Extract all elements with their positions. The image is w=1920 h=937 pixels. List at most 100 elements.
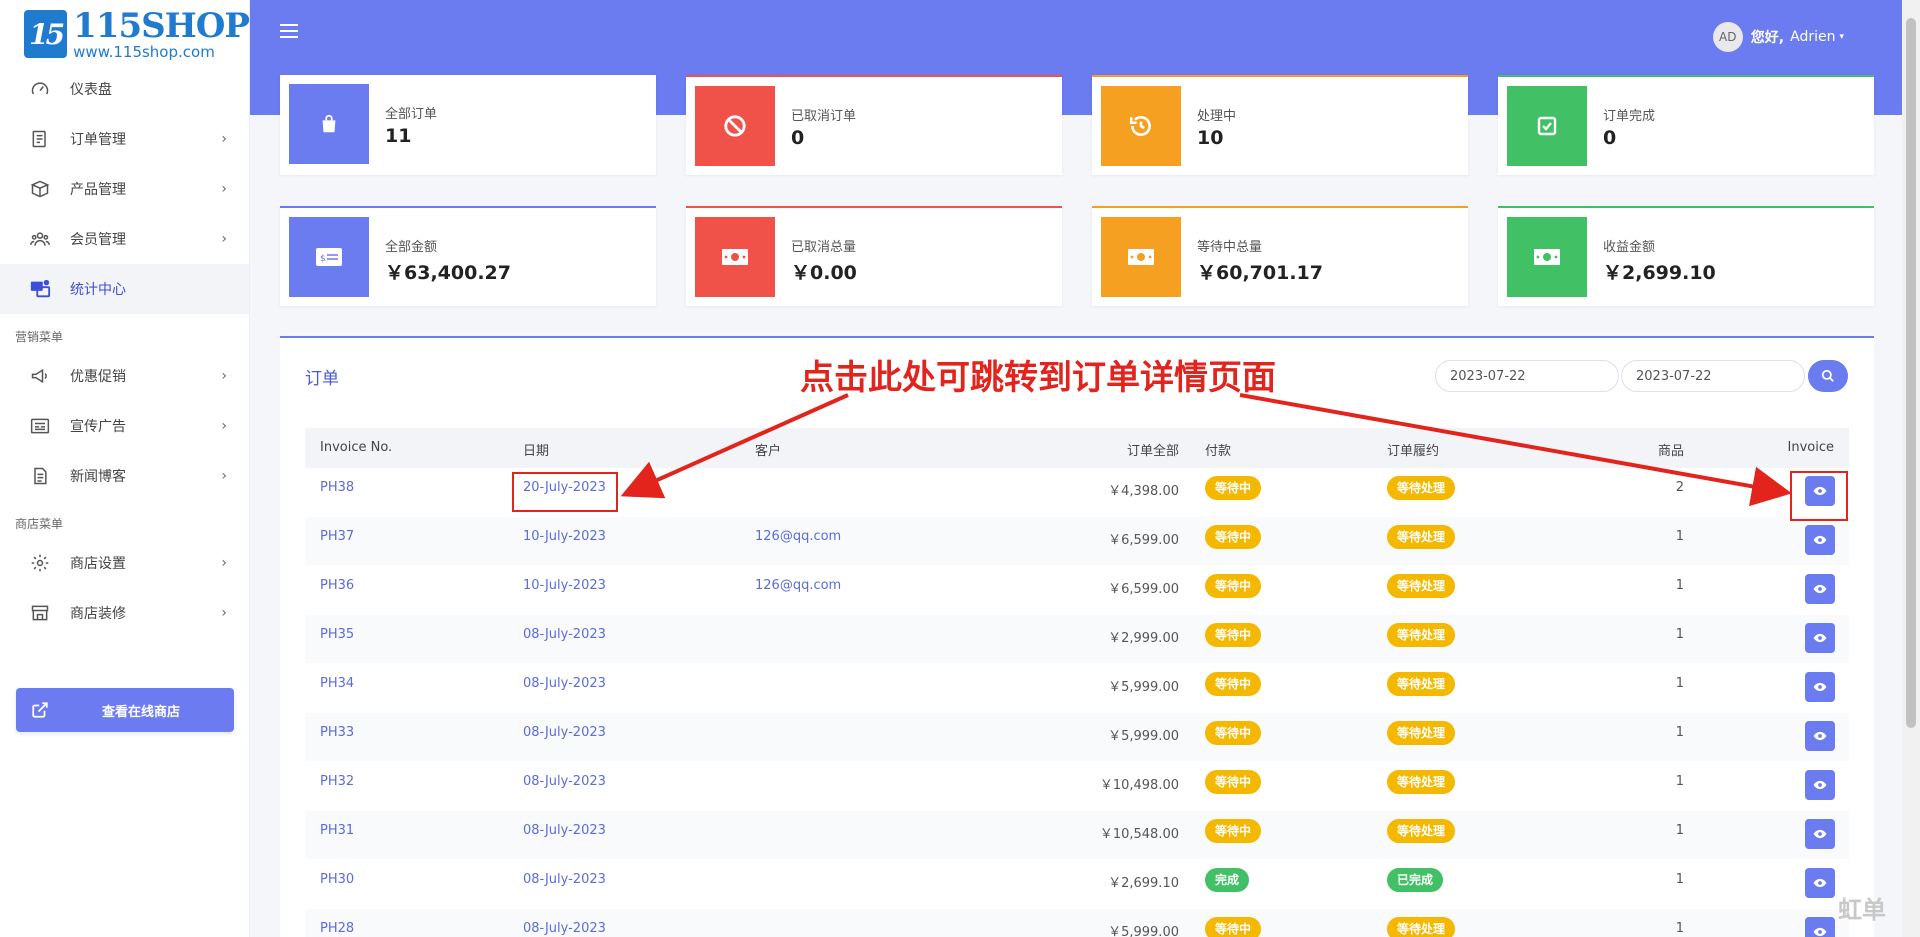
search-button[interactable] — [1808, 360, 1848, 392]
sidebar-item-megaphone[interactable]: 优惠促销 › — [0, 351, 249, 401]
username: Adrien — [1790, 29, 1836, 45]
scrollbar-thumb[interactable] — [1906, 18, 1916, 728]
sidebar-item-users[interactable]: 会员管理 › — [0, 214, 249, 264]
invoice-link[interactable]: PH34 — [320, 676, 354, 691]
order-date-link[interactable]: 08-July-2023 — [523, 725, 606, 740]
date-from-input[interactable]: 2023-07-22 — [1435, 360, 1619, 392]
sidebar-item-label: 统计中心 — [70, 282, 126, 298]
payment-cell: 等待中 — [1205, 476, 1262, 500]
store-nav: 商店设置 › 商店装修 › — [0, 538, 249, 638]
view-invoice-button[interactable] — [1805, 770, 1835, 800]
stat-value: ￥63,400.27 — [385, 262, 511, 284]
invoice-link[interactable]: PH33 — [320, 725, 354, 740]
stat-value: 0 — [1603, 127, 1617, 149]
menu-toggle-icon[interactable] — [280, 24, 298, 38]
invoice-link[interactable]: PH36 — [320, 578, 354, 593]
sidebar-item-label: 仪表盘 — [70, 82, 112, 98]
view-online-store-button[interactable]: 查看在线商店 — [16, 688, 234, 732]
invoice-link[interactable]: PH37 — [320, 529, 354, 544]
table-row: PH30 08-July-2023 ￥2,699.10 完成 已完成 1 — [305, 860, 1849, 909]
invoice-link[interactable]: PH31 — [320, 823, 354, 838]
sidebar-item-gear[interactable]: 商店设置 › — [0, 538, 249, 588]
order-date-link[interactable]: 08-July-2023 — [523, 774, 606, 789]
sidebar-item-ad[interactable]: 宣传广告 › — [0, 401, 249, 451]
sidebar-item-dashboard[interactable]: 仪表盘 — [0, 64, 249, 114]
date-highlight-box — [512, 472, 618, 512]
invoice-link[interactable]: PH30 — [320, 872, 354, 887]
order-date-link[interactable]: 08-July-2023 — [523, 872, 606, 887]
table-row: PH33 08-July-2023 ￥5,999.00 等待中 等待处理 1 — [305, 713, 1849, 762]
invoice-link[interactable]: PH38 — [320, 480, 354, 495]
view-invoice-button[interactable] — [1805, 917, 1835, 937]
payment-cell: 完成 — [1205, 868, 1250, 892]
column-header: Invoice No. — [320, 440, 393, 455]
order-date-link[interactable]: 08-July-2023 — [523, 921, 606, 936]
news-icon — [28, 464, 52, 488]
invoice-link[interactable]: PH28 — [320, 921, 354, 936]
sidebar-item-store[interactable]: 商店装修 › — [0, 588, 249, 638]
caret-down-icon: ▾ — [1839, 32, 1844, 42]
fulfillment-cell: 等待处理 — [1387, 672, 1456, 696]
order-date-link[interactable]: 08-July-2023 — [523, 676, 606, 691]
column-header: 日期 — [523, 444, 550, 459]
view-invoice-button[interactable] — [1805, 868, 1835, 898]
view-invoice-button[interactable] — [1805, 672, 1835, 702]
payment-cell: 等待中 — [1205, 672, 1262, 696]
order-date-link[interactable]: 08-July-2023 — [523, 627, 606, 642]
stat-value: 0 — [791, 127, 805, 149]
user-menu[interactable]: AD 您好, Adrien ▾ — [1712, 22, 1844, 52]
eye-icon — [1813, 731, 1827, 741]
fulfillment-cell: 等待处理 — [1387, 525, 1456, 549]
table-body: PH38 20-July-2023 ￥4,398.00 等待中 等待处理 2 PH37 10-… — [305, 468, 1849, 937]
chevron-right-icon: › — [221, 131, 227, 147]
customer-email[interactable]: 126@qq.com — [755, 529, 841, 544]
sidebar-item-order[interactable]: 订单管理 › — [0, 114, 249, 164]
annotation-text: 点击此处可跳转到订单详情页面 — [800, 358, 1276, 398]
date-to-input[interactable]: 2023-07-22 — [1621, 360, 1805, 392]
chevron-right-icon: › — [221, 368, 227, 384]
logo[interactable]: 15 115SHOP www.115shop.com — [0, 0, 250, 64]
payment-cell: 等待中 — [1205, 721, 1262, 745]
fulfillment-status-badge: 等待处理 — [1387, 476, 1456, 500]
fulfillment-status-badge: 等待处理 — [1387, 917, 1456, 937]
view-invoice-button[interactable] — [1805, 525, 1835, 555]
invoice-link[interactable]: PH32 — [320, 774, 354, 789]
shopping-bag-icon — [289, 84, 369, 164]
sidebar-item-stats[interactable]: 统计中心 — [0, 264, 249, 314]
sidebar-item-label: 商店装修 — [70, 606, 126, 622]
column-header: 订单履约 — [1387, 444, 1440, 459]
view-invoice-button[interactable] — [1805, 623, 1835, 653]
customer-email[interactable]: 126@qq.com — [755, 578, 841, 593]
orders-title: 订单 — [305, 369, 339, 389]
column-header: 付款 — [1205, 444, 1232, 459]
eye-icon — [1813, 633, 1827, 643]
store-icon — [28, 601, 52, 625]
sidebar-item-label: 优惠促销 — [70, 369, 126, 385]
sidebar-item-box[interactable]: 产品管理 › — [0, 164, 249, 214]
fulfillment-status-badge: 等待处理 — [1387, 525, 1456, 549]
chevron-right-icon: › — [221, 605, 227, 621]
table-row: PH35 08-July-2023 ￥2,999.00 等待中 等待处理 1 — [305, 615, 1849, 664]
payment-status-badge: 等待中 — [1205, 819, 1262, 843]
view-invoice-button[interactable] — [1805, 574, 1835, 604]
page-scrollbar[interactable] — [1902, 0, 1920, 937]
megaphone-icon — [28, 364, 52, 388]
chevron-right-icon: › — [221, 181, 227, 197]
order-date-link[interactable]: 08-July-2023 — [523, 823, 606, 838]
fulfillment-cell: 等待处理 — [1387, 476, 1456, 500]
order-date-link[interactable]: 10-July-2023 — [523, 578, 606, 593]
view-invoice-button[interactable] — [1805, 721, 1835, 751]
payment-status-badge: 完成 — [1205, 868, 1250, 892]
view-invoice-button[interactable] — [1805, 819, 1835, 849]
sidebar-item-news[interactable]: 新闻博客 › — [0, 451, 249, 501]
marketing-section-title: 营销菜单 — [15, 330, 64, 344]
money-icon — [1507, 217, 1587, 297]
ad-icon — [28, 414, 52, 438]
item-count: 1 — [1675, 529, 1684, 544]
orders-panel: 订单 2023-07-22 2023-07-22 Invoice No. 日期 客户… — [280, 336, 1874, 937]
item-count: 1 — [1675, 578, 1684, 593]
order-total: ￥10,498.00 — [1099, 778, 1179, 793]
order-date-link[interactable]: 10-July-2023 — [523, 529, 606, 544]
invoice-link[interactable]: PH35 — [320, 627, 354, 642]
sidebar-item-label: 会员管理 — [70, 232, 126, 248]
